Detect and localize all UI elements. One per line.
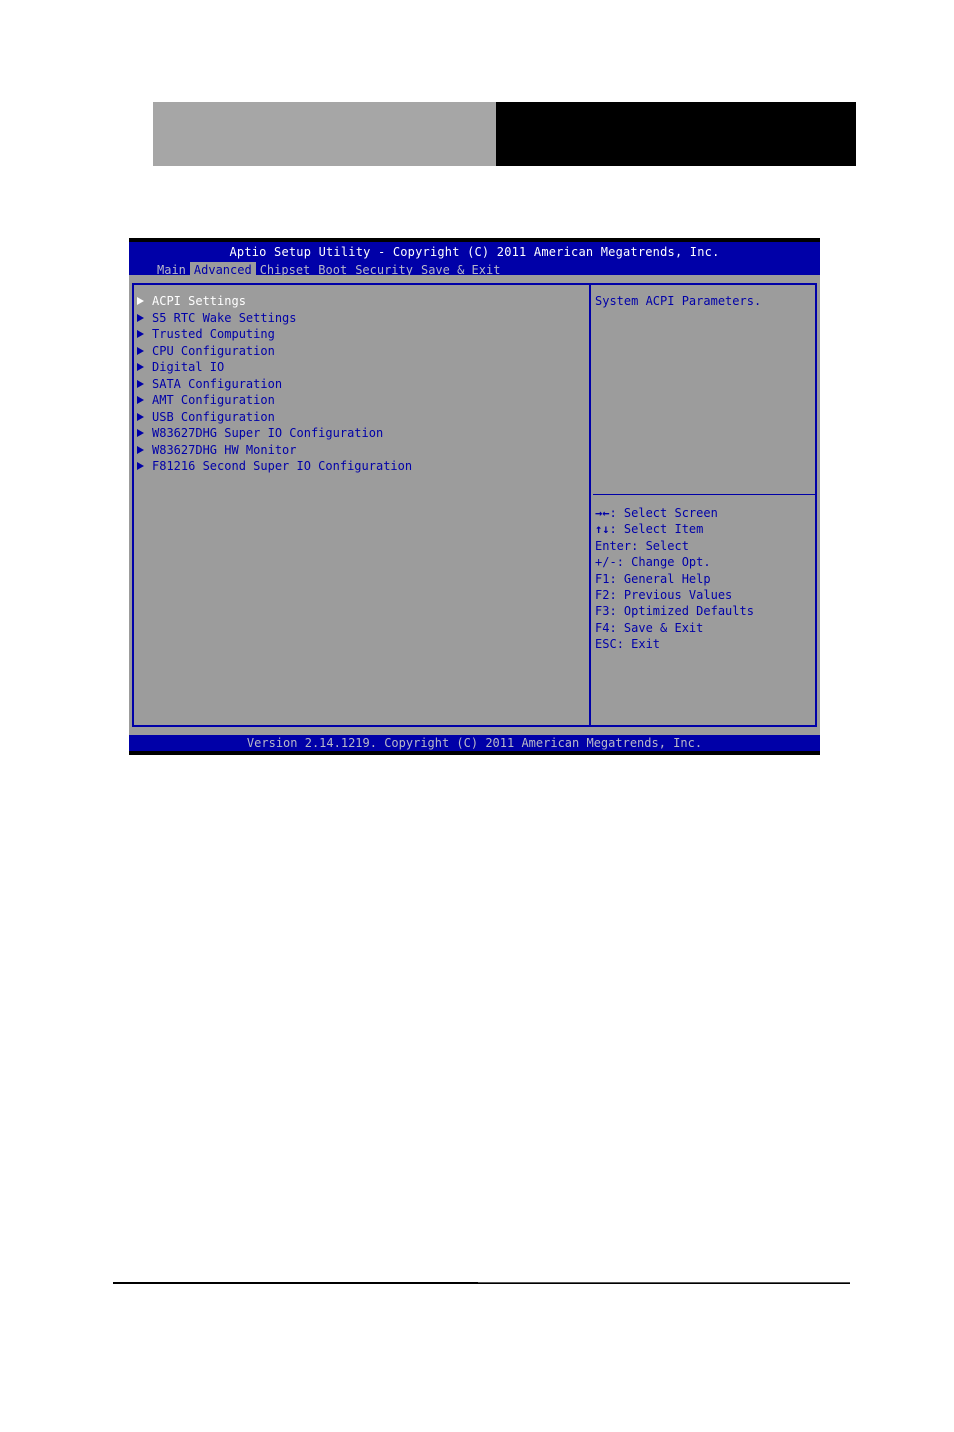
page-header-black-block (496, 102, 856, 166)
key-help-f4: F4: Save & Exit (595, 620, 704, 635)
bios-footer-version: Version 2.14.1219. Copyright (C) 2011 Am… (129, 735, 820, 751)
menu-item-label: AMT Configuration (152, 393, 275, 408)
key-help-select-item: ↑↓: Select Item (595, 522, 704, 537)
menu-item-super-io-configuration[interactable]: W83627DHG Super IO Configuration (136, 425, 576, 442)
submenu-arrow-icon (137, 363, 144, 372)
panel-divider (589, 285, 591, 725)
submenu-arrow-icon (137, 313, 144, 322)
key-help-esc: ESC: Exit (595, 637, 661, 652)
submenu-arrow-icon (137, 379, 144, 388)
menu-item-label: W83627DHG HW Monitor (152, 442, 297, 457)
menu-item-label: F81216 Second Super IO Configuration (152, 459, 413, 474)
menu-item-label: CPU Configuration (152, 343, 275, 358)
menu-item-trusted-computing[interactable]: Trusted Computing (136, 326, 576, 343)
menu-item-label: W83627DHG Super IO Configuration (152, 426, 384, 441)
key-help-f3: F3: Optimized Defaults (595, 604, 754, 619)
menu-item-label: Trusted Computing (152, 327, 275, 342)
menu-item-amt-configuration[interactable]: AMT Configuration (136, 392, 576, 409)
submenu-arrow-icon (137, 330, 144, 339)
submenu-arrow-icon (137, 412, 144, 421)
menu-item-label: ACPI Settings (152, 294, 246, 309)
menu-item-label: S5 RTC Wake Settings (152, 310, 297, 325)
key-help-select-screen: →←: Select Screen (595, 506, 718, 520)
menu-item-label: USB Configuration (152, 409, 275, 424)
left-right-arrows-icon: →← (595, 506, 610, 520)
item-help-text: System ACPI Parameters. (595, 294, 762, 308)
submenu-arrow-icon (137, 396, 144, 405)
bios-screenshot: Aptio Setup Utility - Copyright (C) 2011… (129, 238, 820, 755)
help-separator (593, 494, 815, 495)
bios-content-frame: ACPI Settings S5 RTC Wake Settings Trust… (132, 283, 817, 727)
submenu-arrow-icon (137, 297, 144, 306)
key-help-enter: Enter: Select (595, 538, 689, 553)
bios-header: Aptio Setup Utility - Copyright (C) 2011… (129, 242, 820, 279)
menu-item-digital-io[interactable]: Digital IO (136, 359, 576, 376)
menu-item-label: SATA Configuration (152, 376, 283, 391)
menu-item-second-super-io-configuration[interactable]: F81216 Second Super IO Configuration (136, 458, 576, 475)
menu-item-sata-configuration[interactable]: SATA Configuration (136, 376, 576, 393)
bios-body: ACPI Settings S5 RTC Wake Settings Trust… (129, 275, 820, 735)
bios-title: Aptio Setup Utility - Copyright (C) 2011… (229, 245, 720, 259)
menu-item-acpi-settings[interactable]: ACPI Settings (136, 293, 576, 310)
submenu-arrow-icon (137, 346, 144, 355)
key-help-change-opt: +/-: Change Opt. (595, 555, 711, 570)
advanced-menu-list: ACPI Settings S5 RTC Wake Settings Trust… (136, 293, 576, 475)
item-help-panel: System ACPI Parameters. (593, 293, 815, 309)
menu-item-hw-monitor[interactable]: W83627DHG HW Monitor (136, 442, 576, 459)
menu-item-s5-rtc-wake-settings[interactable]: S5 RTC Wake Settings (136, 310, 576, 327)
submenu-arrow-icon (137, 445, 144, 454)
menu-item-cpu-configuration[interactable]: CPU Configuration (136, 343, 576, 360)
menu-item-label: Digital IO (152, 360, 225, 375)
submenu-arrow-icon (137, 462, 144, 471)
page-header-gray-block (153, 102, 496, 166)
key-help-f1: F1: General Help (595, 571, 711, 586)
key-help-list: →←: Select Screen ↑↓: Select Item Enter:… (593, 505, 815, 653)
submenu-arrow-icon (137, 429, 144, 438)
key-help-f2: F2: Previous Values (595, 587, 733, 602)
up-down-arrows-icon: ↑↓ (595, 522, 610, 537)
page-footer-rule-thin (478, 1282, 850, 1283)
menu-item-usb-configuration[interactable]: USB Configuration (136, 409, 576, 426)
